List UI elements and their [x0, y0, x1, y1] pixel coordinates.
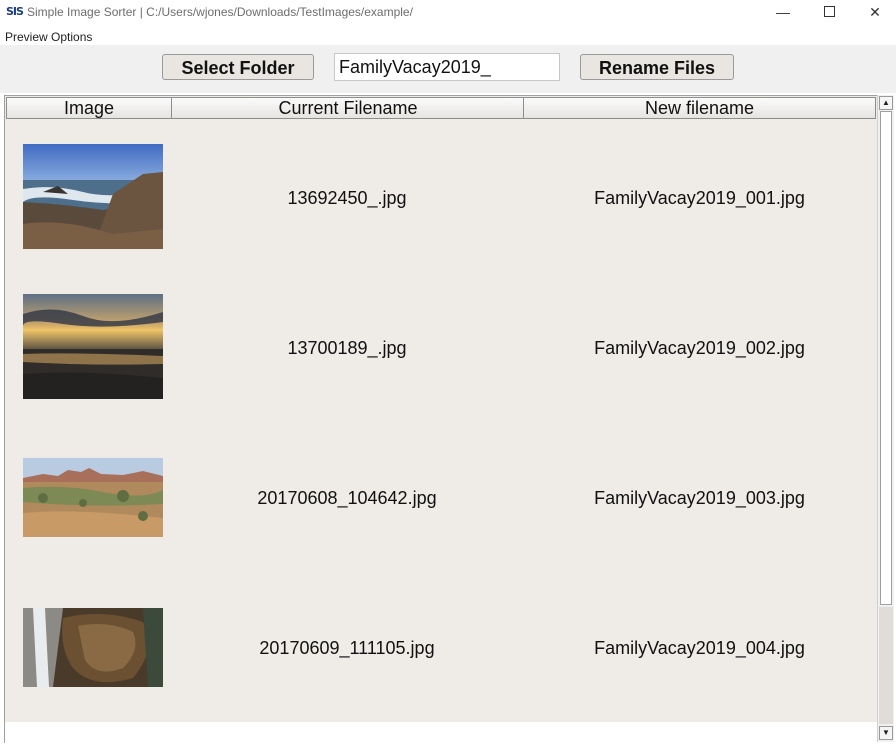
table-row[interactable]: 13700189_.jpg FamilyVacay2019_002.jpg: [5, 273, 878, 423]
scroll-down-arrow-icon[interactable]: ▼: [879, 726, 893, 740]
table-row[interactable]: 20170608_104642.jpg FamilyVacay2019_003.…: [5, 423, 878, 573]
waterfall-rock-thumbnail[interactable]: [23, 608, 163, 687]
column-header-image[interactable]: Image: [6, 97, 172, 119]
toolbar: Select Folder Rename Files: [0, 45, 896, 93]
rocky-coast-thumbnail[interactable]: [23, 144, 163, 249]
filename-prefix-input[interactable]: [334, 53, 560, 81]
vertical-scrollbar[interactable]: ▲ ▼: [877, 95, 894, 742]
table-row[interactable]: 13692450_.jpg FamilyVacay2019_001.jpg: [5, 123, 878, 273]
current-filename-cell: 13692450_.jpg: [287, 188, 407, 208]
current-filename-cell: 20170608_104642.jpg: [257, 488, 437, 508]
app-logo-icon: SIS: [6, 5, 24, 18]
new-filename-cell: FamilyVacay2019_004.jpg: [594, 638, 805, 658]
scroll-up-arrow-icon[interactable]: ▲: [879, 96, 893, 110]
desert-landscape-thumbnail[interactable]: [23, 458, 163, 537]
new-filename-cell: FamilyVacay2019_001.jpg: [594, 188, 805, 208]
scrollbar-track[interactable]: [879, 607, 893, 724]
file-table: Image Current Filename New filename 1369…: [4, 95, 878, 743]
current-filename-cell: 20170609_111105.jpg: [259, 638, 435, 658]
column-header-new-filename[interactable]: New filename: [523, 97, 876, 119]
table-row[interactable]: 20170609_111105.jpg FamilyVacay2019_004.…: [5, 573, 878, 723]
menu-item-preview-options[interactable]: Preview Options: [5, 30, 92, 44]
minimize-button[interactable]: —: [760, 0, 806, 25]
window-title: Simple Image Sorter | C:/Users/wjones/Do…: [27, 5, 413, 19]
new-filename-cell: FamilyVacay2019_002.jpg: [594, 338, 805, 358]
maximize-button[interactable]: [806, 0, 852, 25]
table-header: Image Current Filename New filename: [5, 96, 878, 120]
maximize-icon: [823, 6, 835, 18]
title-bar: SIS Simple Image Sorter | C:/Users/wjone…: [0, 0, 896, 25]
select-folder-button[interactable]: Select Folder: [162, 54, 314, 80]
current-filename-cell: 13700189_.jpg: [287, 338, 407, 358]
new-filename-cell: FamilyVacay2019_003.jpg: [594, 488, 805, 508]
close-button[interactable]: ✕: [852, 0, 896, 25]
scrollbar-thumb[interactable]: [880, 111, 892, 605]
table-bottom-strip: [5, 722, 878, 743]
column-header-current-filename[interactable]: Current Filename: [171, 97, 525, 119]
beach-sunset-thumbnail[interactable]: [23, 294, 163, 399]
rename-files-button[interactable]: Rename Files: [580, 54, 734, 80]
menu-bar: Preview Options: [0, 28, 896, 45]
